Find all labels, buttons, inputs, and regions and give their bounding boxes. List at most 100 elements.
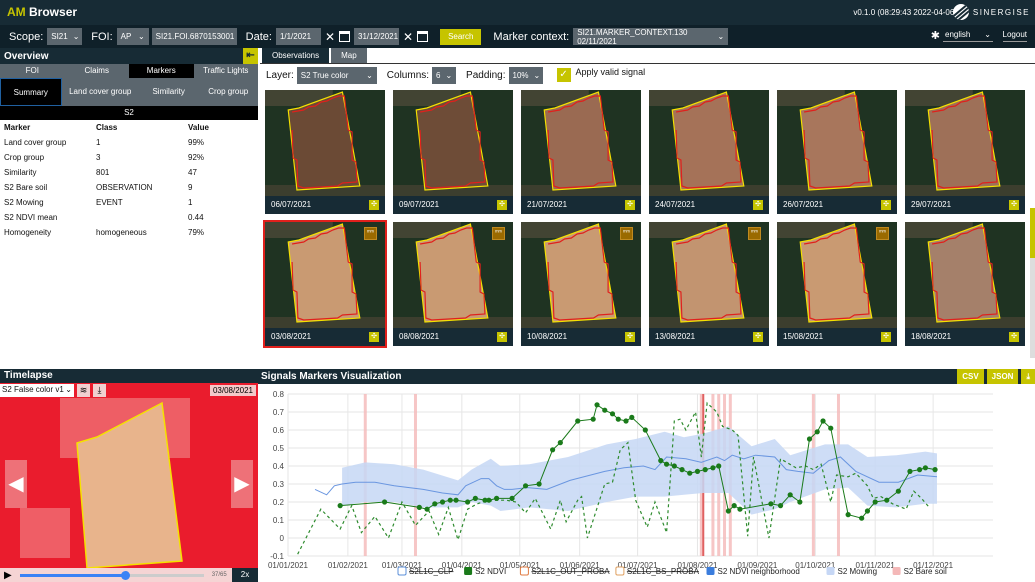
- subtab-summary[interactable]: Summary: [0, 78, 62, 106]
- padding-select[interactable]: 10% ⌄: [508, 66, 543, 84]
- cell-class: 801: [96, 168, 110, 177]
- json-export-button[interactable]: JSON: [986, 369, 1019, 384]
- ndvi-point: [716, 463, 722, 469]
- y-tick-label: 0.1: [273, 516, 285, 525]
- y-tick-label: 0.3: [273, 480, 285, 489]
- expand-icon[interactable]: ✣: [881, 332, 891, 342]
- date-to-input[interactable]: 31/12/2021: [354, 28, 399, 45]
- table-row: Crop group 3 92%: [0, 150, 258, 165]
- overview-title: Overview: [4, 51, 49, 62]
- legend-item[interactable]: S2 NDVI: [464, 567, 506, 576]
- expand-icon[interactable]: ✣: [1009, 332, 1019, 342]
- expand-icon[interactable]: ✣: [497, 332, 507, 342]
- tile-date: 10/08/2021: [527, 332, 568, 341]
- tab-foi[interactable]: FOI: [0, 64, 65, 78]
- subtab-land-cover-group[interactable]: Land cover group: [62, 78, 139, 106]
- ndvi-point: [768, 501, 774, 507]
- observation-tile[interactable]: 24/07/2021 ✣: [647, 88, 771, 216]
- observation-tile[interactable]: ᵐᵐ 03/08/2021 ✣: [263, 220, 387, 348]
- download-icon[interactable]: ⤓: [93, 384, 106, 397]
- legend-item[interactable]: S2L1C_OUT_PROBA: [519, 566, 610, 576]
- layer-select[interactable]: S2 True color ⌄: [296, 66, 377, 84]
- tab-traffic-lights[interactable]: Traffic Lights: [194, 64, 259, 78]
- tile-footer: 24/07/2021 ✣: [649, 196, 769, 214]
- legend-item[interactable]: S2 Bare soil: [892, 567, 947, 576]
- timelapse-slider[interactable]: [19, 570, 204, 580]
- subtab-similarity[interactable]: Similarity: [139, 78, 199, 106]
- expand-icon[interactable]: ✣: [369, 200, 379, 210]
- scrollbar-thumb[interactable]: [1030, 208, 1035, 258]
- ndvi-point: [424, 506, 430, 512]
- language-select[interactable]: english ⌄: [943, 28, 993, 42]
- timelapse-controls: S2 False color v1 ⌄ ≋ ⤓: [0, 384, 106, 398]
- foi-type-select[interactable]: AP ⌄: [116, 28, 149, 45]
- tab-claims[interactable]: Claims: [65, 64, 130, 78]
- app-title-prefix: AM: [7, 5, 26, 19]
- observation-tile[interactable]: ᵐᵐ 08/08/2021 ✣: [391, 220, 515, 348]
- legend-swatch: [826, 567, 835, 575]
- expand-icon[interactable]: ✣: [753, 200, 763, 210]
- marker-context-label: Marker context:: [493, 30, 570, 43]
- playback-speed-button[interactable]: 2x: [232, 568, 258, 582]
- legend-item[interactable]: S2 Mowing: [826, 567, 878, 576]
- layers-icon[interactable]: ≋: [77, 384, 90, 397]
- columns-select[interactable]: 6 ⌄: [432, 66, 457, 84]
- collapse-panel-icon[interactable]: ⇤: [243, 48, 258, 64]
- marker-context-select[interactable]: SI21.MARKER_CONTEXT.130 02/11/2021 ⌄: [573, 28, 729, 46]
- expand-icon[interactable]: ✣: [753, 332, 763, 342]
- expand-icon[interactable]: ✣: [625, 200, 635, 210]
- logout-button[interactable]: Logout: [1002, 30, 1027, 42]
- tab-observations[interactable]: Observations: [262, 48, 330, 63]
- expand-icon[interactable]: ✣: [881, 200, 891, 210]
- tile-footer: 10/08/2021 ✣: [521, 328, 641, 346]
- tile-date: 06/07/2021: [271, 200, 312, 209]
- timelapse-layer-select[interactable]: S2 False color v1 ⌄: [0, 384, 74, 397]
- expand-icon[interactable]: ✣: [497, 200, 507, 210]
- expand-icon[interactable]: ✣: [1009, 200, 1019, 210]
- grid-scrollbar[interactable]: [1030, 208, 1035, 358]
- tab-map[interactable]: Map: [331, 48, 367, 63]
- cell-value: 79%: [188, 228, 205, 237]
- ndvi-point: [864, 508, 871, 514]
- observation-tile[interactable]: 29/07/2021 ✣: [903, 88, 1027, 216]
- gear-icon[interactable]: ✱: [931, 29, 940, 42]
- play-icon[interactable]: ▶: [4, 570, 12, 581]
- observation-tile[interactable]: ᵐᵐ 13/08/2021 ✣: [647, 220, 771, 348]
- date-from-input[interactable]: 1/1/2021: [275, 28, 321, 45]
- observation-tile[interactable]: 21/07/2021 ✣: [519, 88, 643, 216]
- tab-markers[interactable]: Markers: [129, 64, 194, 78]
- previous-frame-button[interactable]: ◀: [5, 460, 27, 508]
- observation-tile[interactable]: ᵐᵐ 15/08/2021 ✣: [775, 220, 899, 348]
- expand-icon[interactable]: ✣: [369, 332, 379, 342]
- mowing-event-icon: ᵐᵐ: [748, 227, 761, 240]
- apply-valid-signal-checkbox[interactable]: ✓: [556, 68, 571, 82]
- tile-footer: 06/07/2021 ✣: [265, 196, 385, 214]
- observation-tile[interactable]: 18/08/2021 ✣: [903, 220, 1027, 348]
- expand-icon[interactable]: ✣: [625, 332, 635, 342]
- observation-tile[interactable]: ᵐᵐ 10/08/2021 ✣: [519, 220, 643, 348]
- ndvi-point: [602, 407, 608, 413]
- ndvi-point: [609, 411, 616, 417]
- download-icon[interactable]: ⤓: [1021, 369, 1035, 384]
- y-tick-label: 0.4: [273, 462, 285, 471]
- observation-tile[interactable]: 09/07/2021 ✣: [391, 88, 515, 216]
- legend-item[interactable]: S2 NDVI neighborhood: [706, 567, 800, 576]
- observation-tile[interactable]: 26/07/2021 ✣: [775, 88, 899, 216]
- calendar-icon[interactable]: [417, 31, 429, 42]
- clear-date-from-icon[interactable]: ✕: [325, 30, 335, 44]
- ndvi-point: [575, 418, 581, 424]
- scope-select[interactable]: SI21 ⌄: [47, 28, 83, 45]
- clear-date-to-icon[interactable]: ✕: [403, 30, 413, 44]
- legend-item[interactable]: S2L1C_BS_PROBA: [615, 566, 700, 576]
- subtab-crop-group[interactable]: Crop group: [198, 78, 258, 106]
- tile-footer: 21/07/2021 ✣: [521, 196, 641, 214]
- calendar-icon[interactable]: [339, 31, 350, 42]
- tile-footer: 15/08/2021 ✣: [777, 328, 897, 346]
- csv-export-button[interactable]: CSV: [957, 369, 984, 384]
- search-button[interactable]: Search: [440, 28, 482, 45]
- next-frame-button[interactable]: ▶: [231, 460, 253, 508]
- observation-tile[interactable]: 06/07/2021 ✣: [263, 88, 387, 216]
- legend-item[interactable]: S2L1C_CLP: [397, 566, 453, 576]
- slider-knob[interactable]: [120, 570, 130, 580]
- foi-id-input[interactable]: SI21.FOI.6870153001: [151, 28, 237, 45]
